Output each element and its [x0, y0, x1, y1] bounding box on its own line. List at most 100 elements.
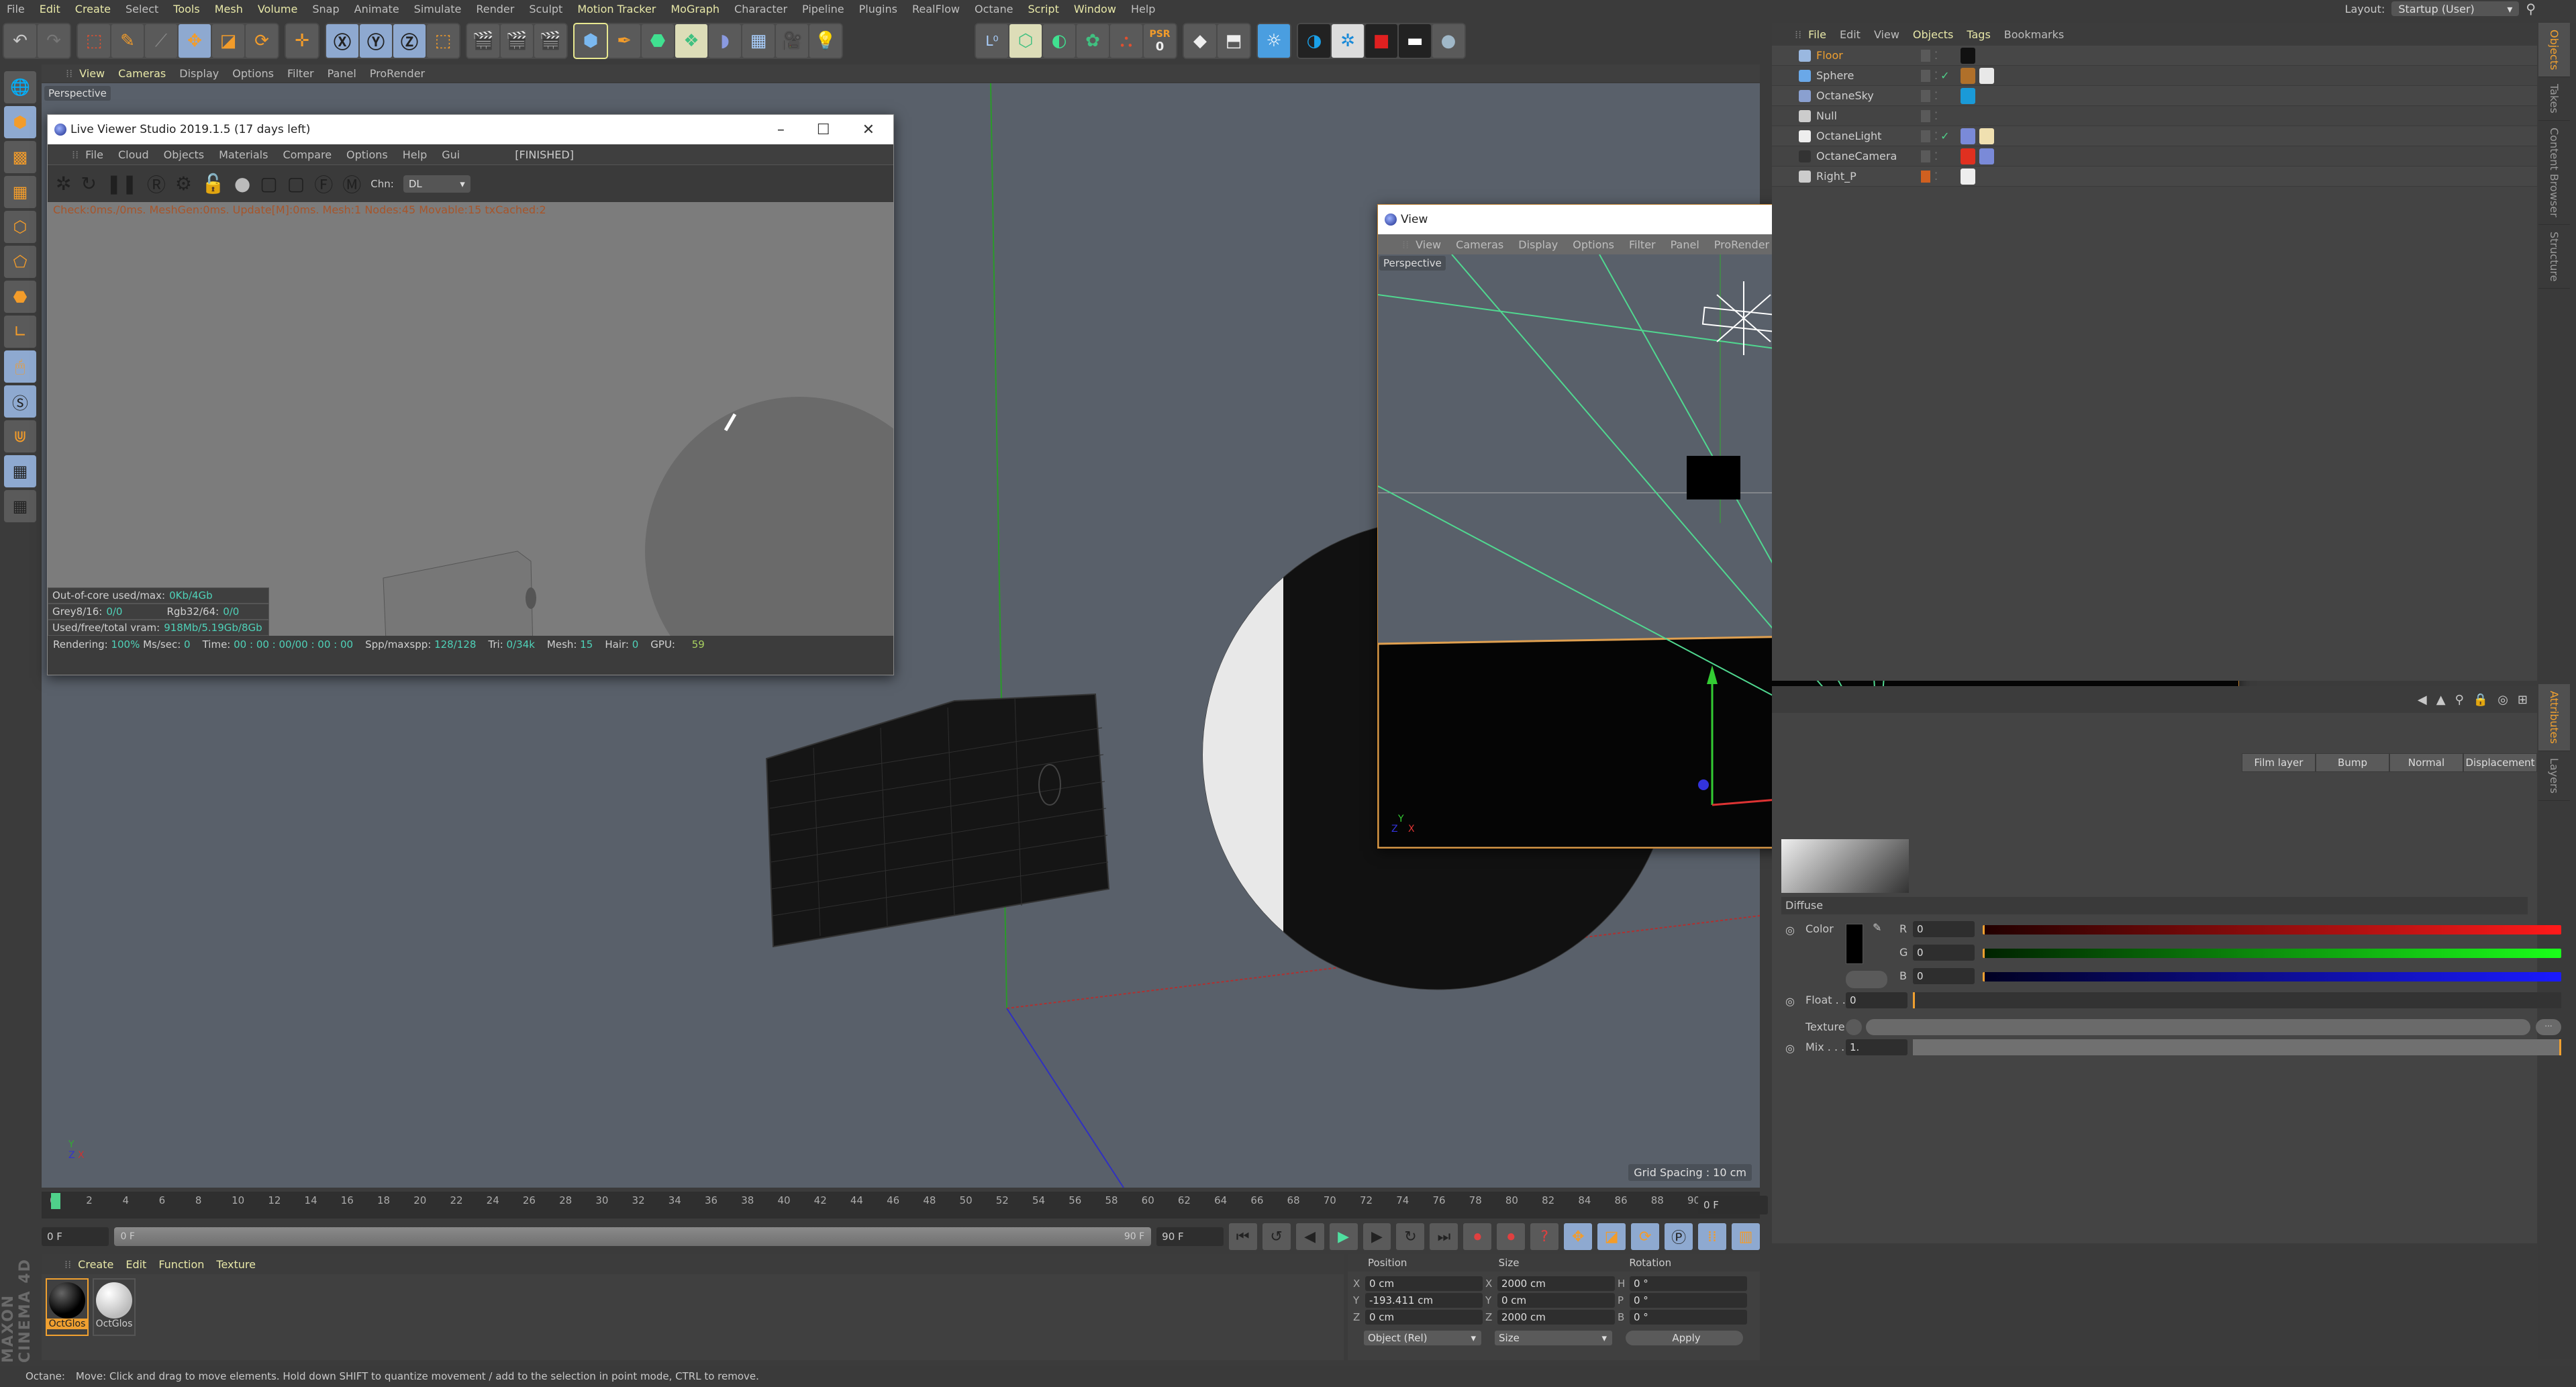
object-name[interactable]: OctaneSky [1816, 89, 1917, 102]
mix-radio[interactable]: ◎ [1785, 1042, 1795, 1055]
object-name[interactable]: Null [1816, 109, 1917, 122]
mix-slider[interactable] [1913, 1039, 2561, 1055]
settings-gear-icon[interactable]: ⚙ [175, 173, 192, 195]
key-rotation-icon[interactable]: ⟳ [1631, 1223, 1660, 1250]
texture-browse-button[interactable]: ... [2536, 1019, 2561, 1035]
view-menu-panel[interactable]: Panel [1671, 238, 1699, 251]
subdivision-icon[interactable]: ⬣ [642, 24, 674, 58]
play-icon[interactable]: ▶ [1329, 1223, 1358, 1250]
visibility-dots-icon[interactable]: ⁚ [1934, 170, 1938, 183]
view-menu-options[interactable]: Options [1573, 238, 1614, 251]
workplane-icon[interactable]: 🌐 [4, 71, 36, 103]
liveviewer-menu-compare[interactable]: Compare [283, 148, 332, 161]
object-row[interactable]: OctaneSky ⁚ [1772, 86, 2537, 106]
tag-icon[interactable] [1961, 148, 1976, 164]
g-slider[interactable] [1983, 949, 2561, 958]
psr-icon[interactable]: PSR 0 [1144, 24, 1176, 58]
lock-workplane-icon[interactable]: ▦ [4, 455, 36, 487]
coordinate-mode-select[interactable]: Object (Rel) ▾ [1364, 1331, 1481, 1345]
material-menu-function[interactable]: Function [158, 1258, 204, 1271]
pen-icon[interactable]: ✎ [111, 24, 144, 58]
keyframe-selection-icon[interactable]: ? [1530, 1223, 1559, 1250]
target-icon[interactable]: ◎ [2497, 693, 2508, 707]
r-field[interactable]: 0 [1913, 921, 1975, 937]
channel-select[interactable]: DL ▾ [403, 175, 470, 193]
enabled-check-icon[interactable]: ✓ [1940, 130, 1950, 142]
grip-handle-icon[interactable]: ⁞⁞ [1795, 28, 1801, 41]
menu-select[interactable]: Select [126, 3, 158, 15]
octane-sky-icon[interactable]: ☼ [1258, 24, 1290, 58]
frame-range-slider[interactable]: 0 F 90 F [113, 1227, 1152, 1246]
edges-mode-icon[interactable]: ⬠ [4, 246, 36, 278]
align-workplane-icon[interactable]: ▦ [4, 490, 36, 522]
model-mode-icon[interactable]: ⬢ [4, 106, 36, 138]
key-pla-icon[interactable]: ⁞⁞ [1698, 1223, 1726, 1250]
live-viewer-render-area[interactable]: Check:0ms./0ms. MeshGen:0ms. Update[M]:0… [48, 202, 893, 636]
tag-icon[interactable] [1961, 128, 1976, 144]
apply-button[interactable]: Apply [1626, 1331, 1743, 1345]
autokey-icon[interactable]: ⏺ [1497, 1223, 1526, 1250]
menu-snap[interactable]: Snap [312, 3, 339, 15]
visibility-dots-icon[interactable]: ⁚ [1934, 130, 1938, 142]
material-menu-create[interactable]: Create [78, 1258, 113, 1271]
layer-swatch[interactable] [1921, 170, 1930, 183]
render-settings-icon[interactable]: 🎬 [534, 24, 566, 58]
viewport-menu-panel[interactable]: Panel [328, 67, 356, 80]
position-x-field[interactable]: 0 cm [1365, 1276, 1483, 1291]
view-menu-filter[interactable]: Filter [1629, 238, 1656, 251]
snap-icon[interactable]: ⋓ [4, 420, 36, 452]
layer-swatch[interactable] [1921, 49, 1930, 62]
lock-icon[interactable]: 🔓 [201, 173, 225, 195]
octane-material-icon[interactable]: ● [1432, 24, 1465, 58]
key-parameter-icon[interactable]: Ⓟ [1665, 1223, 1693, 1250]
color-mode-button[interactable] [1846, 971, 1887, 988]
timeline-window-icon[interactable]: ▥ [1732, 1223, 1760, 1250]
view-menu-display[interactable]: Display [1518, 238, 1558, 251]
live-viewer-titlebar[interactable]: Live Viewer Studio 2019.1.5 (17 days lef… [48, 115, 893, 144]
viewport-menu-options[interactable]: Options [232, 67, 274, 80]
material-swatch[interactable]: OctGlos [93, 1278, 136, 1336]
end-frame-field[interactable]: 90 F [1156, 1227, 1224, 1246]
octane-liveviewer-icon[interactable]: ✲ [1332, 24, 1364, 58]
grip-handle-icon[interactable]: ⁞⁞ [72, 148, 79, 161]
lock-icon[interactable]: 🔒 [2473, 693, 2488, 707]
search-icon[interactable]: ⚲ [2455, 693, 2464, 707]
layout-dropdown[interactable]: Startup (User) ▾ [2391, 1, 2520, 16]
workplane-mode-icon[interactable]: ▦ [4, 176, 36, 208]
mograph-cloner-icon[interactable]: ✿ [1077, 24, 1109, 58]
view-menu-prorender[interactable]: ProRender [1714, 238, 1769, 251]
menu-mesh[interactable]: Mesh [215, 3, 243, 15]
size-x-field[interactable]: 2000 cm [1497, 1276, 1615, 1291]
object-row[interactable]: OctaneCamera ⁚ [1772, 146, 2537, 166]
rotate-icon[interactable]: ⟳ [246, 24, 278, 58]
menu-motion-tracker[interactable]: Motion Tracker [577, 3, 656, 15]
enabled-check-icon[interactable]: ✓ [1940, 69, 1950, 82]
menu-animate[interactable]: Animate [354, 3, 399, 15]
side-tab-structure[interactable]: Structure [2538, 225, 2570, 289]
liveviewer-menu-materials[interactable]: Materials [219, 148, 268, 161]
viewport-menu-display[interactable]: Display [179, 67, 219, 80]
liveviewer-menu-gui[interactable]: Gui [442, 148, 460, 161]
tweak-mode-icon[interactable]: 🖱 [4, 350, 36, 383]
tab-film-layer[interactable]: Film layer [2242, 753, 2316, 772]
menu-edit[interactable]: Edit [40, 3, 60, 15]
visibility-dots-icon[interactable]: ⁚ [1934, 89, 1938, 102]
octane-hdri-icon[interactable]: ◑ [1298, 24, 1330, 58]
liveviewer-menu-cloud[interactable]: Cloud [118, 148, 149, 161]
cube-icon[interactable]: ⬢ [573, 23, 608, 59]
texture-expand-button[interactable] [1846, 1019, 1862, 1035]
r-slider[interactable] [1983, 925, 2561, 935]
menu-file[interactable]: File [7, 3, 25, 15]
viewport-menu-prorender[interactable]: ProRender [370, 67, 425, 80]
g-field[interactable]: 0 [1913, 945, 1975, 961]
restart-render-icon[interactable]: ↻ [81, 173, 96, 195]
next-frame-icon[interactable]: ▶ [1363, 1223, 1391, 1250]
menu-mograph[interactable]: MoGraph [671, 3, 720, 15]
tab-displacement[interactable]: Displacement [2463, 753, 2537, 772]
layer-swatch[interactable] [1921, 109, 1930, 122]
y-axis-icon[interactable]: Ⓨ [360, 24, 392, 58]
goto-end-icon[interactable]: ⏭ [1430, 1223, 1458, 1250]
material-menu-texture[interactable]: Texture [216, 1258, 256, 1271]
record-keys-icon[interactable]: ⏺ [1463, 1223, 1492, 1250]
pause-icon[interactable]: ❚❚ [106, 173, 138, 195]
